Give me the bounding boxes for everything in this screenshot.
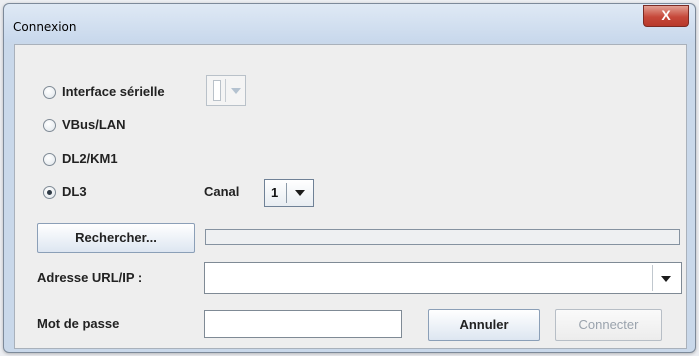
window-title: Connexion [13,20,77,34]
canal-dropdown[interactable]: 1 [264,179,314,207]
chevron-down-icon [231,88,241,94]
address-input[interactable] [207,265,651,291]
dialog-content: Interface sérielle VBus/LAN DL2/KM1 DL3 … [14,44,687,349]
radio-serial-circle[interactable] [43,86,56,99]
address-label: Adresse URL/IP : [37,270,143,285]
radio-dl2-label: DL2/KM1 [62,151,118,166]
serial-port-value [213,80,221,101]
canal-label: Canal [204,184,240,199]
canal-value: 1 [271,185,279,200]
close-icon: X [661,7,671,23]
address-combobox[interactable] [204,262,682,294]
radio-dl2-circle[interactable] [43,153,56,166]
close-button[interactable]: X [643,5,689,27]
radio-vbus[interactable]: VBus/LAN [43,117,163,135]
search-button[interactable]: Rechercher... [37,223,195,253]
cancel-button[interactable]: Annuler [428,309,540,341]
radio-vbus-circle[interactable] [43,119,56,132]
chevron-down-icon [661,276,671,282]
dropdown-divider [286,183,287,203]
radio-dl3[interactable]: DL3 [43,184,123,202]
password-label: Mot de passe [37,316,120,331]
search-progress-bar [205,229,680,245]
chevron-down-icon [295,190,305,196]
serial-port-dropdown[interactable] [206,75,246,106]
connection-dialog: Connexion X Interface sérielle VBus/LAN … [3,3,696,353]
radio-vbus-label: VBus/LAN [62,117,126,132]
dropdown-divider [652,265,653,291]
password-field[interactable] [204,310,402,338]
radio-dl2[interactable]: DL2/KM1 [43,151,163,169]
connect-button[interactable]: Connecter [555,309,662,341]
radio-dl3-label: DL3 [62,184,87,199]
radio-serial-label: Interface sérielle [62,84,165,99]
dropdown-divider [225,79,226,102]
title-bar[interactable]: Connexion X [4,4,695,42]
radio-dl3-circle[interactable] [43,186,56,199]
